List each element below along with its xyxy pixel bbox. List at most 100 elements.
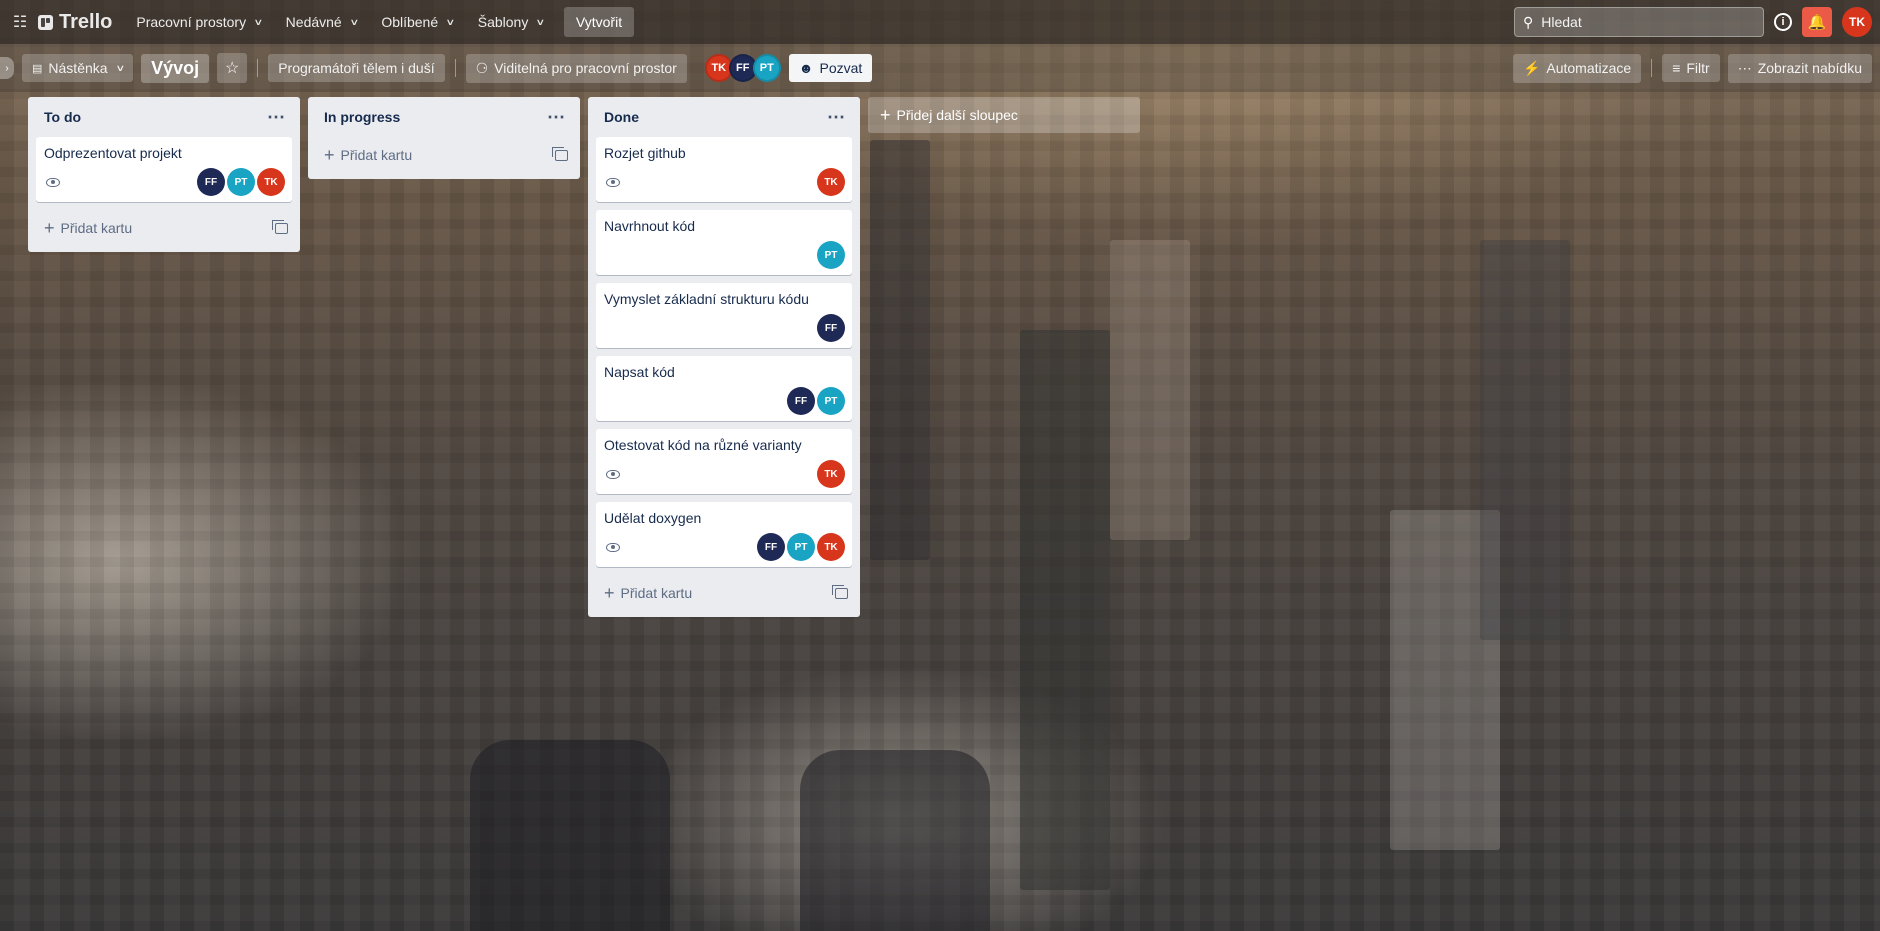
background-tower: [1390, 510, 1500, 850]
nav-right: ⚲ i 🔔 TK: [1514, 7, 1872, 37]
member-avatar-ff[interactable]: FF: [817, 314, 845, 342]
member-avatar-ff[interactable]: FF: [197, 168, 225, 196]
board-view-switcher[interactable]: ▤ Nástěnka ∨: [22, 54, 134, 82]
add-card-left: + Přidat kartu: [604, 584, 692, 602]
search-box[interactable]: ⚲: [1514, 7, 1764, 37]
nav-templates-label: Šablony: [477, 14, 529, 30]
automation-button[interactable]: ⚡ Automatizace: [1512, 53, 1642, 83]
card-title: Navrhnout kód: [604, 218, 696, 234]
chevron-down-icon: ∨: [349, 16, 359, 27]
nav-recent-label: Nedávné: [285, 14, 342, 30]
member-avatar-pt[interactable]: PT: [227, 168, 255, 196]
add-list-button[interactable]: + Přidej další sloupec: [868, 97, 1140, 133]
nav-templates[interactable]: Šablony ∨: [468, 8, 554, 36]
board-members: TK FF PT: [704, 54, 781, 82]
trello-logo[interactable]: Trello: [38, 11, 112, 34]
member-avatar-pt[interactable]: PT: [787, 533, 815, 561]
filter-label: Filtr: [1686, 60, 1710, 76]
card-footer: FF PT: [604, 387, 845, 415]
list-menu-icon[interactable]: ⋯: [827, 108, 846, 126]
card-title: Udělat doxygen: [604, 510, 702, 526]
card-footer: FF: [604, 314, 845, 342]
member-avatar-pt[interactable]: PT: [817, 241, 845, 269]
invite-button[interactable]: ☻ Pozvat: [788, 54, 873, 82]
create-button[interactable]: Vytvořit: [563, 7, 635, 37]
top-navigation: ☷ Trello Pracovní prostory ∨ Nedávné ∨ O…: [0, 0, 1880, 44]
divider: [454, 59, 456, 77]
people-icon: ⚆: [475, 59, 489, 76]
member-avatar-tk[interactable]: TK: [817, 168, 845, 196]
star-icon[interactable]: ☆: [217, 53, 248, 83]
list-title[interactable]: To do: [44, 109, 81, 125]
nav-starred-label: Oblíbené: [381, 14, 439, 30]
filter-button[interactable]: ≡ Filtr: [1662, 54, 1720, 82]
member-avatar-ff[interactable]: FF: [787, 387, 815, 415]
board-view-label: Nástěnka: [48, 60, 108, 76]
trello-logo-icon: [38, 14, 53, 30]
card-title: Odprezentovat projekt: [44, 145, 182, 161]
search-input[interactable]: [1541, 14, 1742, 30]
nav-workspaces[interactable]: Pracovní prostory ∨: [126, 8, 271, 36]
eye-icon: [606, 542, 620, 552]
member-avatar-tk[interactable]: TK: [817, 460, 845, 488]
add-card-left: + Přidat kartu: [324, 146, 412, 164]
card-footer: TK: [604, 168, 845, 196]
card-members: FF PT TK: [757, 533, 845, 561]
app-switcher-icon[interactable]: ☷: [8, 10, 32, 34]
add-card-button[interactable]: + Přidat kartu: [596, 575, 852, 611]
add-list-label: Přidej další sloupec: [896, 107, 1018, 123]
add-card-label: Přidat kartu: [60, 220, 133, 236]
plus-icon: +: [44, 218, 55, 238]
eye-icon: [606, 469, 620, 479]
card-members: FF: [817, 314, 845, 342]
card[interactable]: Navrhnout kód PT: [596, 210, 852, 275]
workspace-button[interactable]: Programátoři tělem i duší: [268, 54, 445, 82]
chevron-down-icon: ∨: [253, 16, 264, 27]
list-title[interactable]: In progress: [324, 109, 400, 125]
visibility-button[interactable]: ⚆ Viditelná pro pracovní prostor: [465, 53, 687, 83]
card[interactable]: Udělat doxygen FF PT TK: [596, 502, 852, 567]
list-done: Done ⋯ Rozjet github TK Navrhnout kód PT…: [588, 97, 860, 617]
background-tower: [470, 740, 670, 931]
chevron-down-icon: ∨: [114, 62, 125, 73]
nav-starred[interactable]: Oblíbené ∨: [371, 8, 463, 36]
member-avatar-ff[interactable]: FF: [757, 533, 785, 561]
card-template-icon[interactable]: [272, 219, 288, 234]
add-person-icon: ☻: [798, 60, 814, 76]
nav-recent[interactable]: Nedávné ∨: [276, 8, 368, 36]
list-header[interactable]: Done ⋯: [596, 97, 852, 137]
board-title[interactable]: Vývoj: [141, 53, 210, 83]
sidebar-expand-button[interactable]: ›: [0, 57, 14, 79]
card-footer: PT: [604, 241, 845, 269]
list-title[interactable]: Done: [604, 109, 639, 125]
show-menu-button[interactable]: ⋯ Zobrazit nabídku: [1727, 53, 1872, 83]
add-card-left: + Přidat kartu: [44, 219, 132, 237]
eye-icon: [46, 177, 60, 187]
add-card-button[interactable]: + Přidat kartu: [36, 210, 292, 246]
list-menu-icon[interactable]: ⋯: [547, 108, 566, 126]
card[interactable]: Napsat kód FF PT: [596, 356, 852, 421]
info-icon[interactable]: i: [1774, 13, 1792, 31]
user-avatar[interactable]: TK: [1842, 7, 1872, 37]
notification-bell-icon[interactable]: 🔔: [1802, 7, 1832, 37]
member-avatar-tk[interactable]: TK: [257, 168, 285, 196]
list-menu-icon[interactable]: ⋯: [267, 108, 286, 126]
background-tower: [1020, 330, 1110, 890]
card-members: FF PT TK: [197, 168, 285, 196]
add-card-button[interactable]: + Přidat kartu: [316, 137, 572, 173]
card[interactable]: Odprezentovat projekt FF PT TK: [36, 137, 292, 202]
card[interactable]: Rozjet github TK: [596, 137, 852, 202]
card[interactable]: Otestovat kód na různé varianty TK: [596, 429, 852, 494]
card-template-icon[interactable]: [832, 584, 848, 599]
card[interactable]: Vymyslet základní strukturu kódu FF: [596, 283, 852, 348]
card-template-icon[interactable]: [552, 146, 568, 161]
list-header[interactable]: To do ⋯: [36, 97, 292, 137]
eye-icon: [606, 177, 620, 187]
member-avatar-tk[interactable]: TK: [817, 533, 845, 561]
member-avatar-pt[interactable]: PT: [752, 54, 781, 82]
board-header: › ▤ Nástěnka ∨ Vývoj ☆ Programátoři těle…: [0, 44, 1880, 92]
board-view-icon: ▤: [32, 62, 43, 75]
member-avatar-pt[interactable]: PT: [817, 387, 845, 415]
plus-icon: +: [604, 583, 615, 603]
list-header[interactable]: In progress ⋯: [316, 97, 572, 137]
